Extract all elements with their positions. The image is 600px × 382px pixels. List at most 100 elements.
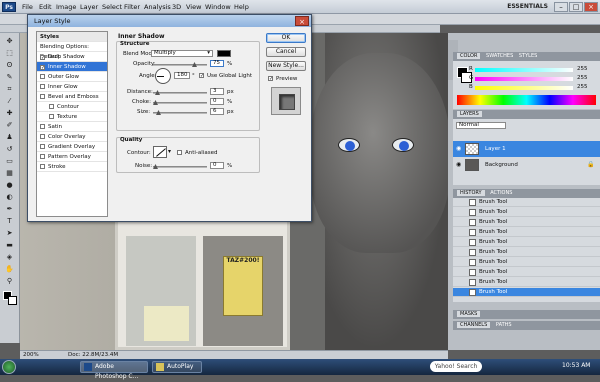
opacity-slider[interactable] (153, 62, 207, 67)
opacity-input[interactable]: 75 (210, 60, 224, 67)
b-channel-value[interactable]: 255 (577, 84, 588, 90)
style-item-gradient-overlay[interactable]: Gradient Overlay (37, 142, 107, 152)
pattern-overlay-checkbox[interactable] (40, 153, 45, 159)
menu-file[interactable]: File (22, 3, 33, 11)
history-item[interactable]: Brush Tool (453, 278, 600, 287)
tab-color[interactable]: COLOR (457, 53, 481, 59)
tab-masks[interactable]: MASKS (457, 311, 481, 317)
history-brush-tool-icon[interactable]: ↺ (4, 145, 15, 154)
background-color-swatch[interactable] (8, 296, 17, 305)
dialog-close-icon[interactable]: × (295, 16, 309, 26)
contour-checkbox[interactable] (49, 103, 54, 109)
layer-blend-mode-select[interactable]: Normal (456, 122, 506, 129)
drop-shadow-checkbox[interactable]: ✓ (40, 54, 45, 60)
crop-tool-icon[interactable]: ⌗ (4, 85, 15, 94)
marquee-tool-icon[interactable]: ⬚ (4, 49, 15, 58)
color-overlay-checkbox[interactable] (40, 133, 45, 139)
zoom-tool-icon[interactable]: ⚲ (4, 277, 15, 286)
distance-slider-thumb[interactable] (155, 90, 160, 95)
style-item-inner-glow[interactable]: Inner Glow (37, 82, 107, 92)
angle-input[interactable]: 180 (174, 72, 190, 79)
style-item-inner-shadow[interactable]: ✓ Inner Shadow (37, 62, 107, 72)
texture-checkbox[interactable] (49, 113, 54, 119)
noise-slider[interactable] (153, 164, 207, 169)
eye-icon[interactable]: ◉ (456, 141, 461, 157)
hand-tool-icon[interactable]: ✋ (4, 265, 15, 274)
tab-channels[interactable]: CHANNELS (457, 322, 491, 328)
quick-select-tool-icon[interactable]: ✎ (4, 73, 15, 82)
history-item[interactable]: Brush Tool (453, 268, 600, 277)
contour-picker[interactable] (153, 146, 167, 158)
satin-checkbox[interactable] (40, 123, 45, 129)
menu-filter[interactable]: Filter (124, 3, 140, 11)
gradient-overlay-checkbox[interactable] (40, 143, 45, 149)
workspace-switcher[interactable]: ESSENTIALS (507, 3, 548, 10)
stroke-checkbox[interactable] (40, 163, 45, 169)
tab-actions[interactable]: ACTIONS (490, 190, 512, 196)
distance-input[interactable]: 3 (210, 88, 224, 95)
style-item-color-overlay[interactable]: Color Overlay (37, 132, 107, 142)
eye-icon[interactable]: ◉ (456, 157, 461, 173)
g-channel-value[interactable]: 255 (577, 75, 588, 81)
global-light-checkbox[interactable]: ✓ (199, 73, 204, 79)
styles-header[interactable]: Styles (37, 32, 107, 42)
choke-slider[interactable] (153, 100, 207, 105)
history-item[interactable]: Brush Tool (453, 208, 600, 217)
preview-checkbox[interactable]: ✓ (268, 76, 273, 82)
tab-styles[interactable]: STYLES (519, 53, 537, 59)
style-item-stroke[interactable]: Stroke (37, 162, 107, 172)
shape-tool-icon[interactable]: ▬ (4, 241, 15, 250)
history-item[interactable]: Brush Tool (453, 238, 600, 247)
size-input[interactable]: 6 (210, 108, 224, 115)
size-slider[interactable] (153, 110, 207, 115)
blend-mode-select[interactable]: Multiply ▾ (151, 50, 213, 57)
history-item[interactable]: Brush Tool (453, 218, 600, 227)
outer-glow-checkbox[interactable] (40, 73, 45, 79)
eraser-tool-icon[interactable]: ▭ (4, 157, 15, 166)
menu-window[interactable]: Window (205, 3, 231, 11)
menu-layer[interactable]: Layer (80, 3, 98, 11)
color-spectrum[interactable] (457, 95, 596, 105)
b-channel-slider[interactable] (475, 86, 573, 90)
size-slider-thumb[interactable] (156, 110, 161, 115)
menu-3d[interactable]: 3D (172, 3, 181, 11)
new-style-button[interactable]: New Style... (266, 61, 306, 71)
close-icon[interactable]: × (584, 2, 598, 12)
dodge-tool-icon[interactable]: ◐ (4, 193, 15, 202)
menu-view[interactable]: View (186, 3, 201, 11)
cancel-button[interactable]: Cancel (266, 47, 306, 57)
menu-image[interactable]: Image (56, 3, 76, 11)
tab-history[interactable]: HISTORY (457, 190, 485, 196)
pen-tool-icon[interactable]: ✒ (4, 205, 15, 214)
move-tool-icon[interactable]: ✥ (4, 37, 15, 46)
blur-tool-icon[interactable]: ● (4, 181, 15, 190)
3d-tool-icon[interactable]: ◈ (4, 253, 15, 262)
r-channel-value[interactable]: 255 (577, 66, 588, 72)
style-item-bevel-emboss[interactable]: Bevel and Emboss (37, 92, 107, 102)
tab-swatches[interactable]: SWATCHES (486, 53, 513, 59)
angle-dial[interactable] (155, 68, 171, 84)
anti-aliased-checkbox[interactable] (177, 150, 182, 155)
r-channel-slider[interactable] (475, 68, 573, 72)
g-channel-slider[interactable] (475, 77, 573, 81)
healing-tool-icon[interactable]: ✚ (4, 109, 15, 118)
start-button-icon[interactable] (2, 360, 16, 374)
style-item-pattern-overlay[interactable]: Pattern Overlay (37, 152, 107, 162)
tab-layers[interactable]: LAYERS (457, 111, 482, 117)
search-input[interactable]: Yahoo! Search (430, 361, 482, 372)
brush-tool-icon[interactable]: ✐ (4, 121, 15, 130)
style-item-contour[interactable]: Contour (37, 102, 107, 112)
noise-slider-thumb[interactable] (153, 164, 158, 169)
history-item[interactable]: Brush Tool (453, 228, 600, 237)
style-item-blending[interactable]: Blending Options: Default (37, 42, 107, 60)
minimize-icon[interactable]: – (554, 2, 568, 12)
history-item-current[interactable]: Brush Tool (453, 288, 600, 297)
taskbar-autoplay[interactable]: AutoPlay (152, 361, 202, 373)
distance-slider[interactable] (153, 90, 207, 95)
ok-button[interactable]: OK (266, 33, 306, 43)
contour-dropdown-icon[interactable]: ▾ (168, 148, 171, 155)
history-item[interactable]: Brush Tool (453, 258, 600, 267)
taskbar-photoshop[interactable]: Adobe Photoshop C... (80, 361, 148, 380)
gradient-tool-icon[interactable]: ▦ (4, 169, 15, 178)
layer-row-background[interactable]: ◉ Background 🔒 (453, 157, 600, 173)
